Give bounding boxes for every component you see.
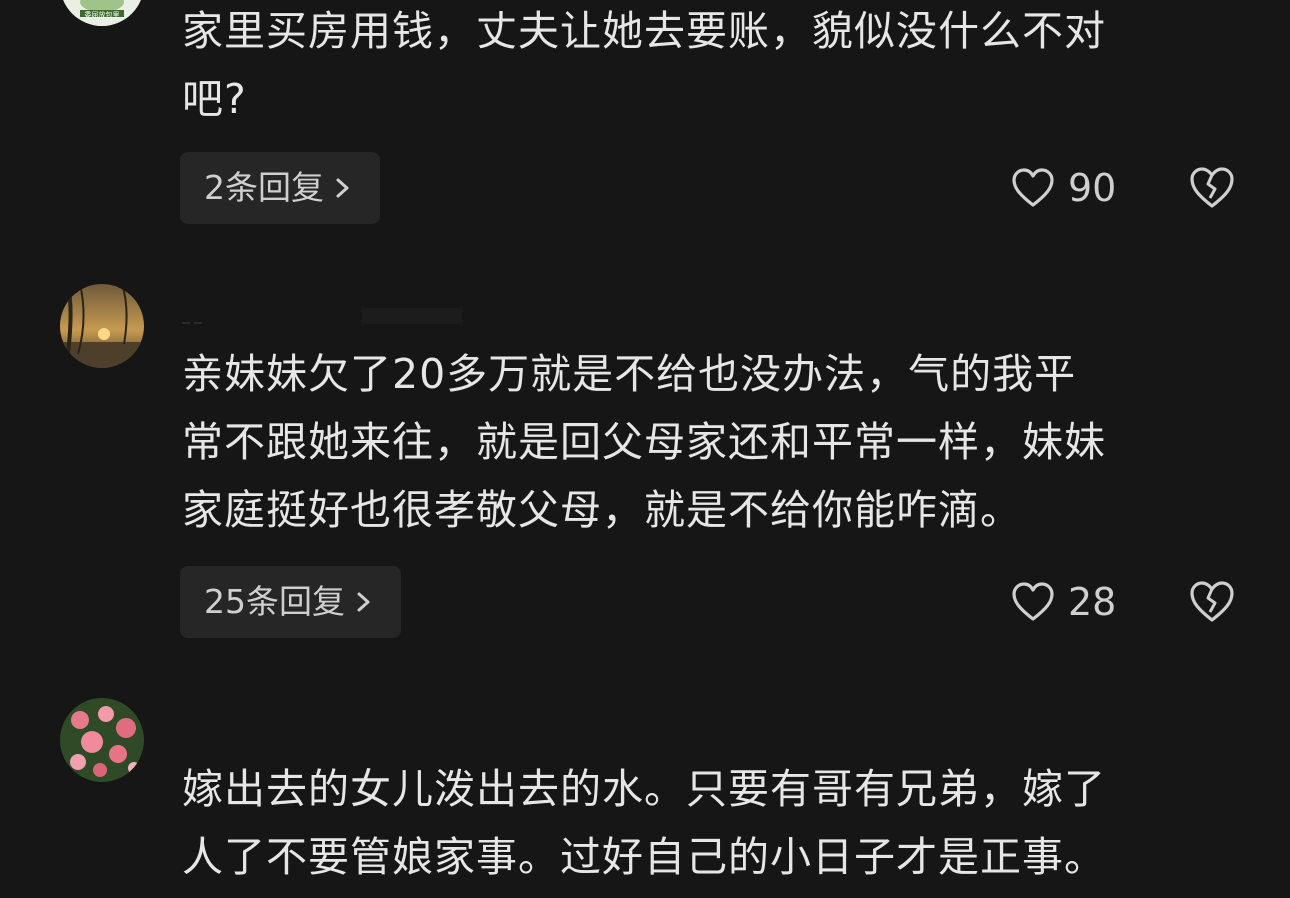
comment-text-line: 常不跟她来往，就是回父母家还和平常一样，妹妹 bbox=[182, 418, 1106, 466]
comment-text: 亲妹妹欠了20多万就是不给也没办法，气的我平 常不跟她来往，就是回父母家还和平常… bbox=[182, 340, 1242, 544]
chevron-right-icon bbox=[357, 592, 370, 612]
like-count: 28 bbox=[1068, 580, 1117, 624]
comment-text-line: 嫁出去的女儿泼出去的水。只要有哥有兄弟，嫁了 bbox=[182, 765, 1106, 813]
heart-outline-icon bbox=[1012, 168, 1054, 207]
comment-text-line: 吧? bbox=[182, 75, 247, 123]
like-button[interactable]: 28 bbox=[1010, 572, 1116, 632]
reply-count-label: 25条回复 bbox=[204, 582, 345, 621]
comment-text-line: 人了不要管娘家事。过好自己的小日子才是正事。 bbox=[182, 833, 1106, 881]
heart-outline-icon bbox=[1012, 582, 1054, 621]
comment-text: 家里买房用钱，丈夫让她去要账，貌似没什么不对 吧? bbox=[182, 0, 1242, 133]
comment-text-line: 亲妹妹欠了20多万就是不给也没办法，气的我平 bbox=[182, 350, 1077, 398]
comment-text: 嫁出去的女儿泼出去的水。只要有哥有兄弟，嫁了 人了不要管娘家事。过好自己的小日子… bbox=[182, 755, 1242, 891]
commenter-avatar[interactable]: 委屈放包里 bbox=[60, 0, 144, 26]
broken-heart-icon[interactable] bbox=[1188, 164, 1236, 212]
commenter-name-redacted bbox=[182, 722, 554, 746]
chevron-right-icon bbox=[336, 178, 349, 198]
view-replies-button[interactable]: 25条回复 bbox=[180, 566, 401, 638]
like-count: 90 bbox=[1068, 166, 1117, 210]
comment-text-line: 家庭挺好也很孝敬父母，就是不给你能咋滴。 bbox=[182, 486, 1022, 534]
view-replies-button[interactable]: 2条回复 bbox=[180, 152, 380, 224]
commenter-avatar[interactable] bbox=[60, 284, 144, 368]
commenter-name-redacted bbox=[182, 304, 472, 328]
commenter-avatar[interactable] bbox=[60, 698, 144, 782]
broken-heart-icon[interactable] bbox=[1188, 578, 1236, 626]
avatar-logo-text: 委屈放包里 bbox=[84, 11, 120, 19]
reply-count-label: 2条回复 bbox=[204, 168, 324, 207]
like-button[interactable]: 90 bbox=[1010, 158, 1116, 218]
comment-text-line: 家里买房用钱，丈夫让她去要账，貌似没什么不对 bbox=[182, 7, 1106, 55]
